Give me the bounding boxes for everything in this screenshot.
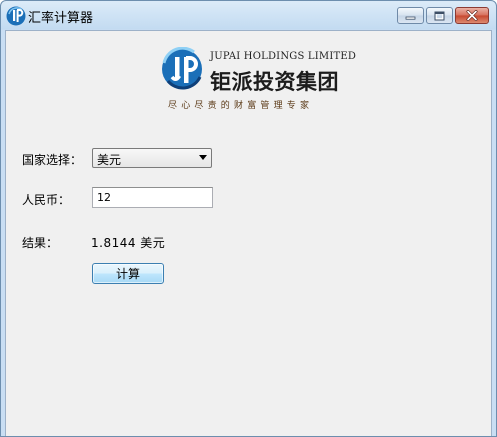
client-area: JUPAI HOLDINGS LIMITED 钜派投资集团 尽心尽责的财富管理专… <box>5 30 492 436</box>
app-window: 汇率计算器 JUPAI HOLDINGS LIMITED 钜派投资集团 尽心尽责… <box>0 0 497 437</box>
close-icon <box>466 10 478 21</box>
caption-buttons <box>397 7 489 24</box>
jupai-emblem-icon <box>162 47 202 90</box>
logo-english-name: JUPAI HOLDINGS LIMITED <box>210 51 357 62</box>
country-select-value: 美元 <box>97 153 122 167</box>
logo-chinese-name: 钜派投资集团 <box>210 70 339 94</box>
calculate-button[interactable]: 计算 <box>92 263 164 284</box>
window-title: 汇率计算器 <box>28 11 94 26</box>
maximize-icon <box>434 11 445 20</box>
minimize-icon <box>405 16 416 20</box>
title-bar[interactable]: 汇率计算器 <box>1 1 496 31</box>
minimize-button[interactable] <box>397 7 424 24</box>
rmb-label: 人民币： <box>22 193 71 207</box>
result-label: 结果： <box>22 236 59 250</box>
rmb-input[interactable] <box>92 187 213 208</box>
close-button[interactable] <box>455 7 489 24</box>
maximize-button[interactable] <box>426 7 453 24</box>
jupai-logo-icon <box>6 6 26 26</box>
logo-slogan: 尽心尽责的财富管理专家 <box>168 101 314 111</box>
result-value: 1.8144 美元 <box>91 236 166 250</box>
country-label: 国家选择： <box>22 153 83 167</box>
company-logo: JUPAI HOLDINGS LIMITED 钜派投资集团 尽心尽责的财富管理专… <box>160 47 356 113</box>
country-select[interactable]: 美元 <box>92 148 212 168</box>
dropdown-arrow-icon <box>199 155 207 160</box>
